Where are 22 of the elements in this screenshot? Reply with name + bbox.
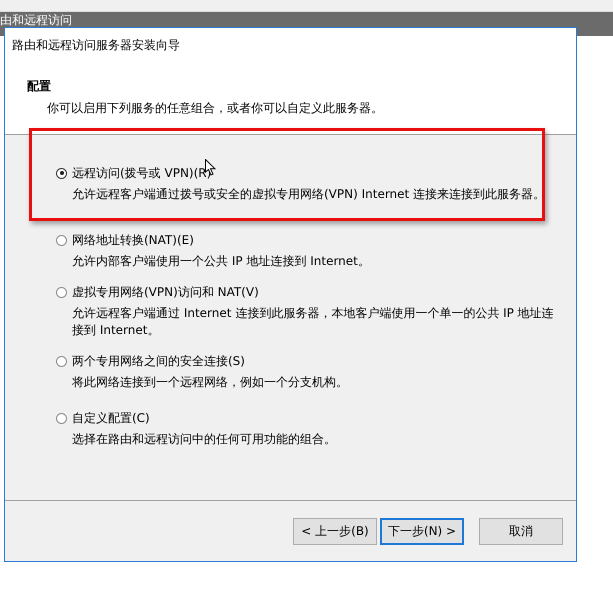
window-title: 由和远程访问: [0, 13, 72, 27]
option-label: 网络地址转换(NAT)(E): [72, 232, 194, 248]
option-description: 将此网络连接到一个远程网络，例如一个分支机构。: [72, 374, 349, 391]
option-description: 选择在路由和远程访问中的任何可用功能的组合。: [72, 431, 337, 448]
option-label: 远程访问(拨号或 VPN)(R): [72, 164, 212, 182]
option-label: 虚拟专用网络(VPN)访问和 NAT(V): [72, 284, 259, 300]
option-description: 允许远程客户端通过拨号或安全的虚拟专用网络(VPN) Internet 连接来连接到此服务器。: [72, 186, 546, 203]
wizard-button[interactable]: < 上一步(B): [293, 518, 377, 544]
wizard-button[interactable]: 取消: [479, 518, 563, 544]
option-label: 自定义配置(C): [72, 410, 150, 426]
section-subtitle: 你可以启用下列服务的任意组合，或者你可以自定义此服务器。: [47, 100, 384, 117]
radio-button[interactable]: [56, 168, 67, 178]
option-description: 允许内部客户端使用一个公共 IP 地址连接到 Internet。: [72, 253, 371, 270]
radio-button[interactable]: [56, 234, 67, 246]
option-label: 两个专用网络之间的安全连接(S): [72, 352, 245, 370]
dialog-title: 路由和远程访问服务器安装向导: [12, 37, 181, 54]
option-description: 允许远程客户端通过 Internet 连接到此服务器，本地客户端使用一个单一的公共 IP 地址连接到 Internet。: [72, 305, 555, 339]
wizard-button[interactable]: 下一步(N) >: [380, 518, 464, 544]
radio-button[interactable]: [56, 412, 67, 424]
radio-button[interactable]: [56, 356, 67, 366]
radio-button[interactable]: [56, 286, 67, 298]
section-heading: 配置: [27, 78, 52, 95]
